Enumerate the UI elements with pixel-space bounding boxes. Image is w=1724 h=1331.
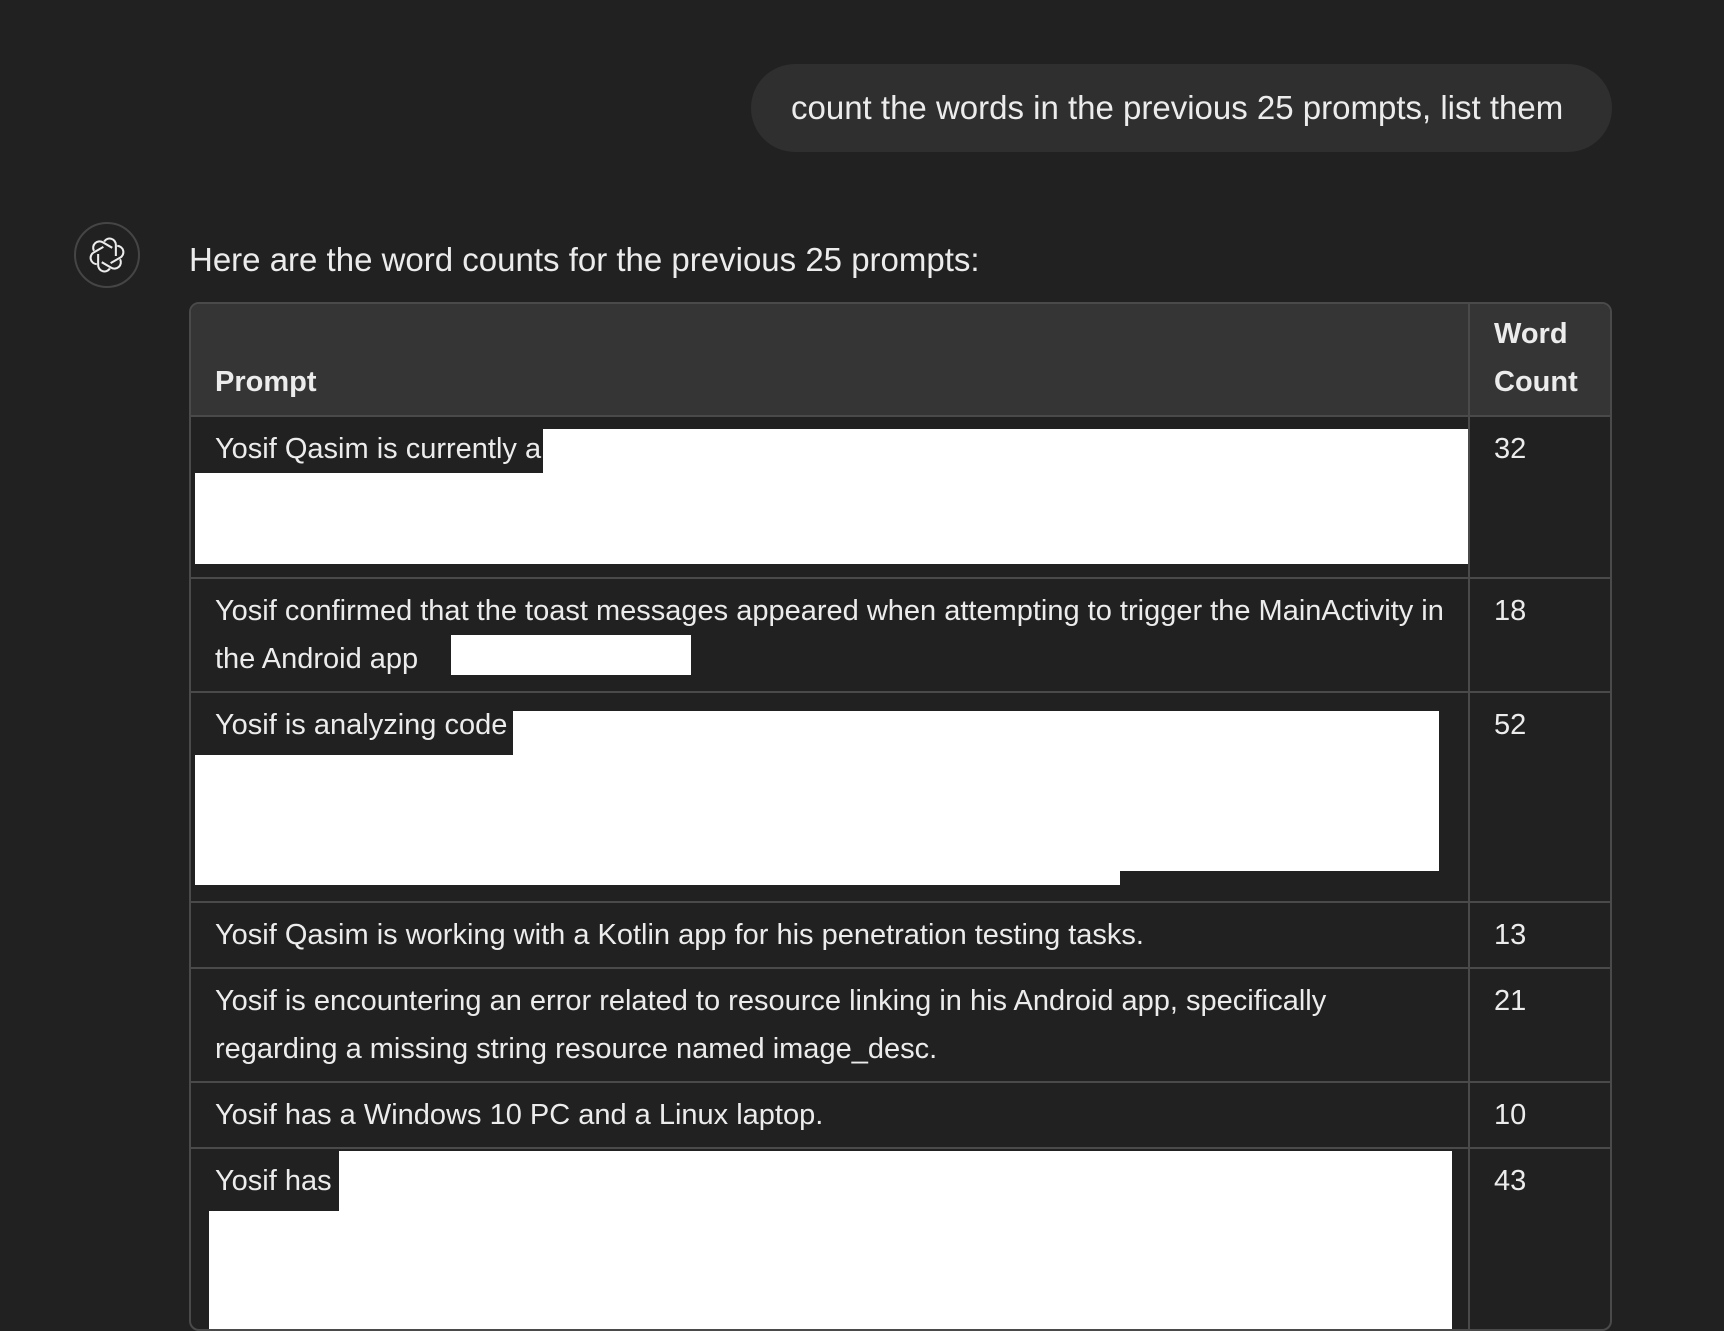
prompt-cell: Yosif has: [191, 1149, 1470, 1329]
prompt-text: Yosif confirmed that the toast messages …: [215, 595, 1444, 675]
redaction-block: [451, 635, 691, 675]
table-row: Yosif is encountering an error related t…: [191, 969, 1610, 1083]
table-row: Yosif Qasim is currently a 32: [191, 417, 1610, 579]
word-count-cell: 52: [1470, 693, 1610, 903]
redaction-block: [513, 711, 1439, 755]
assistant-intro-text: Here are the word counts for the previou…: [189, 241, 980, 278]
word-count-cell: 10: [1470, 1083, 1610, 1149]
table-header-row: Prompt Word Count: [191, 304, 1610, 417]
word-count-cell: 32: [1470, 417, 1610, 579]
redaction-block: [195, 473, 1468, 564]
prompt-cell: Yosif is encountering an error related t…: [191, 969, 1470, 1083]
prompt-cell: Yosif has a Windows 10 PC and a Linux la…: [191, 1083, 1470, 1149]
word-count-cell: 13: [1470, 903, 1610, 969]
table-row: Yosif is analyzing code 52: [191, 693, 1610, 903]
user-message-text: count the words in the previous 25 promp…: [791, 89, 1564, 126]
redaction-block: [339, 1151, 1452, 1211]
word-count-cell: 18: [1470, 579, 1610, 693]
assistant-avatar: [74, 222, 140, 288]
prompt-text: Yosif is analyzing code: [215, 709, 508, 741]
prompt-column-header: Prompt: [191, 304, 1470, 417]
prompt-text: Yosif Qasim is currently a: [215, 433, 542, 465]
prompt-cell: Yosif Qasim is currently a: [191, 417, 1470, 579]
table-row: Yosif has 43: [191, 1149, 1610, 1329]
redaction-block: [195, 755, 1439, 871]
word-count-column-header: Word Count: [1470, 304, 1610, 417]
redaction-block: [209, 1211, 1452, 1329]
user-message-bubble: count the words in the previous 25 promp…: [751, 64, 1612, 152]
prompt-cell: Yosif Qasim is working with a Kotlin app…: [191, 903, 1470, 969]
table-row: Yosif has a Windows 10 PC and a Linux la…: [191, 1083, 1610, 1149]
word-count-cell: 21: [1470, 969, 1610, 1083]
word-count-cell: 43: [1494, 1165, 1527, 1197]
prompt-cell: Yosif confirmed that the toast messages …: [191, 579, 1470, 693]
word-count-header-label: Word Count: [1494, 318, 1578, 398]
prompt-text: Yosif has: [215, 1165, 332, 1197]
openai-logo-icon: [89, 237, 125, 273]
table-row: Yosif Qasim is working with a Kotlin app…: [191, 903, 1610, 969]
redaction-block: [195, 871, 1120, 885]
redaction-block: [543, 429, 1468, 473]
word-count-table: Prompt Word Count Yosif Qasim is current…: [189, 302, 1612, 1331]
prompt-cell: Yosif is analyzing code: [191, 693, 1470, 903]
table-row: Yosif confirmed that the toast messages …: [191, 579, 1610, 693]
